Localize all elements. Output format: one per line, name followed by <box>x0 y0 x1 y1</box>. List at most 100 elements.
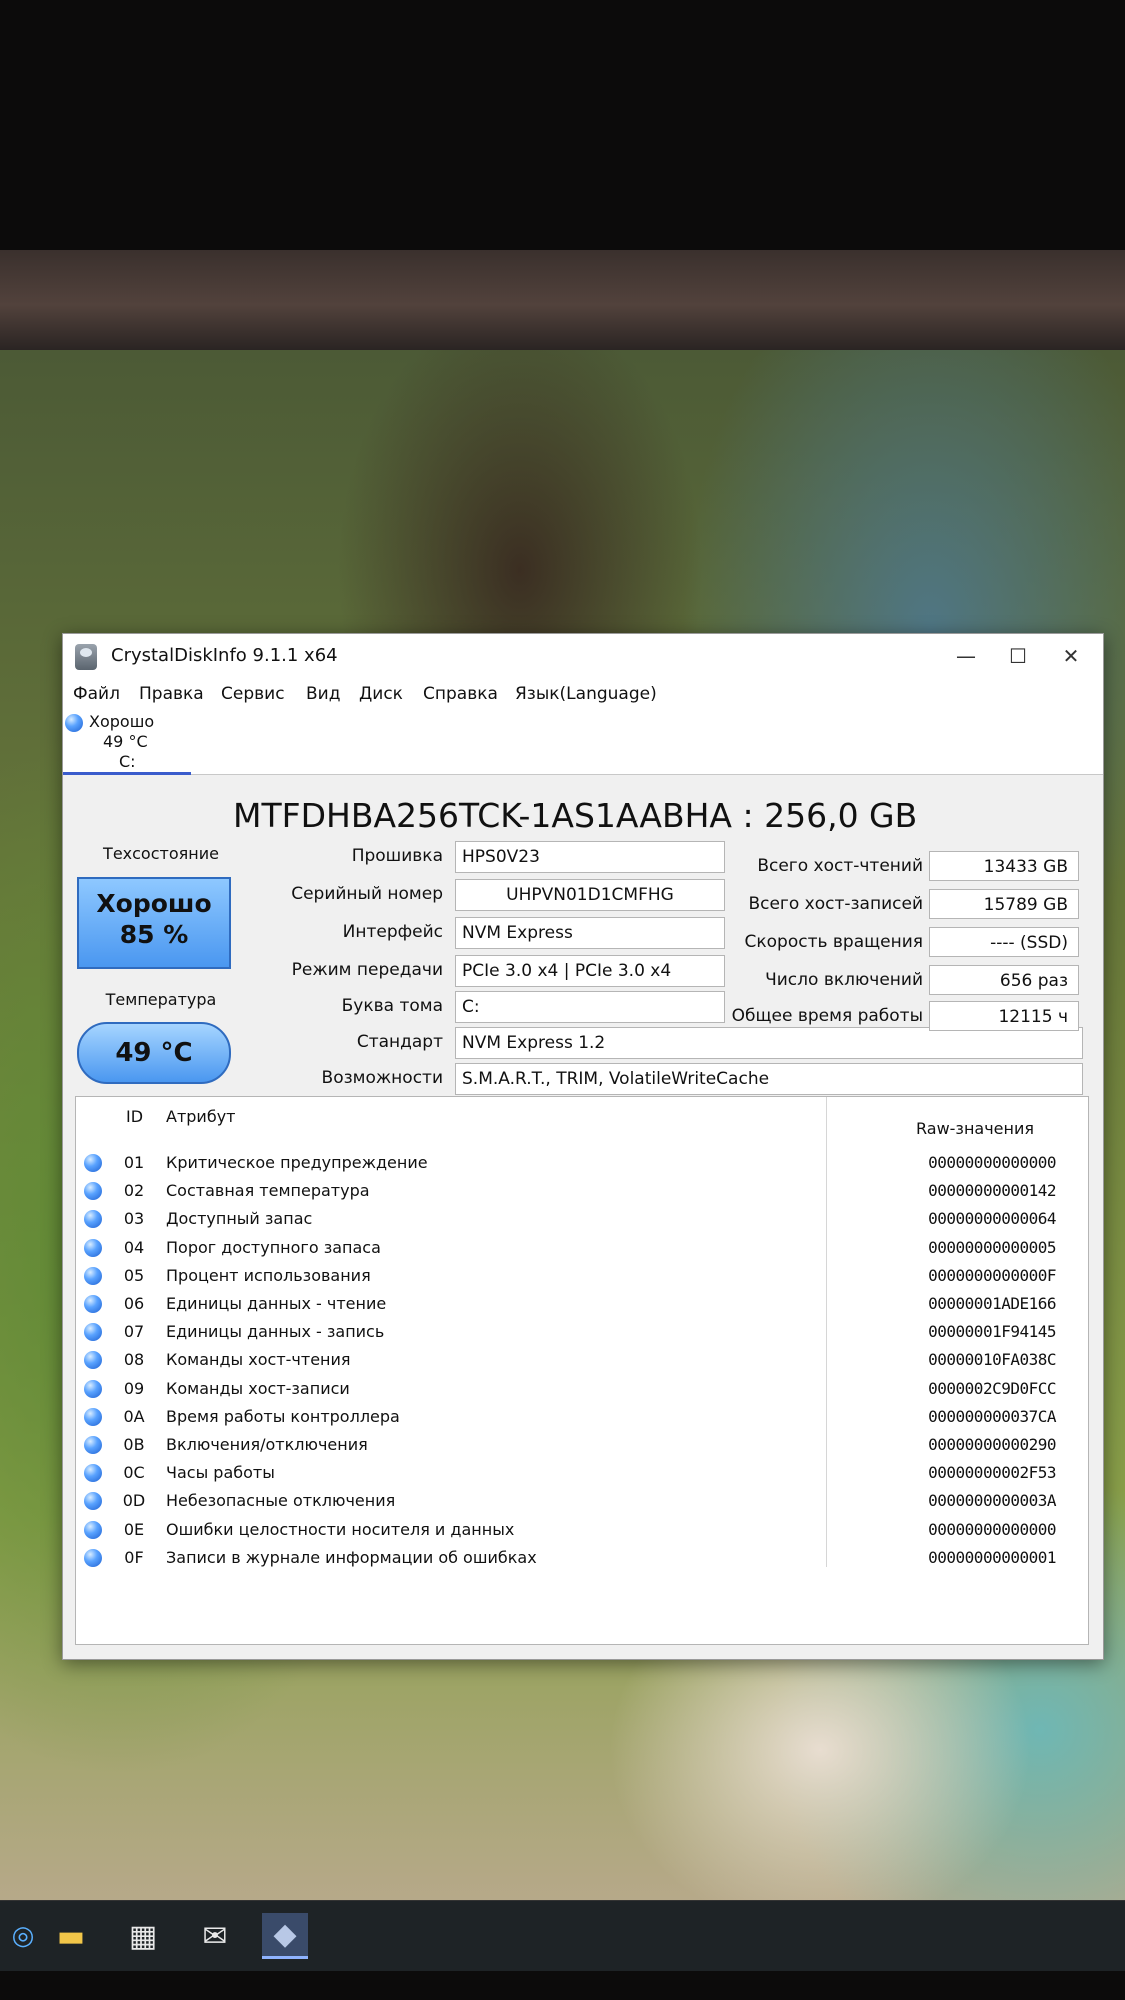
attribute-name: Процент использования <box>166 1265 371 1285</box>
attribute-name: Команды хост-записи <box>166 1378 350 1398</box>
drive-model-title: MTFDHBA256TCK-1AS1AABHA : 256,0 GB <box>233 796 918 835</box>
maximize-button[interactable]: ☐ <box>995 640 1041 672</box>
interface-label: Интерфейс <box>342 922 443 942</box>
attribute-id: 04 <box>123 1237 145 1257</box>
status-good-icon <box>84 1379 102 1398</box>
close-button[interactable]: ✕ <box>1048 640 1094 672</box>
header-id[interactable]: ID <box>126 1107 143 1126</box>
attribute-name: Небезопасные отключения <box>166 1491 396 1511</box>
table-row[interactable]: 0A Время работы контроллера 000000000037CA <box>76 1403 1088 1431</box>
attribute-raw-value: 00000000000000 <box>928 1153 1056 1172</box>
attribute-name: Часы работы <box>166 1463 275 1483</box>
attribute-raw-value: 00000000000064 <box>928 1209 1056 1229</box>
attribute-raw-value: 0000000000000F <box>928 1265 1056 1285</box>
transfer-mode-label: Режим передачи <box>291 960 443 980</box>
attribute-id: 06 <box>123 1294 145 1313</box>
table-row[interactable]: 06 Единицы данных - чтение 00000001ADE166 <box>76 1290 1088 1318</box>
serial-label: Серийный номер <box>291 884 443 904</box>
table-row[interactable]: 07 Единицы данных - запись 00000001F94145 <box>76 1318 1088 1346</box>
host-reads-value: 13433 GB <box>929 851 1079 881</box>
crystaldiskinfo-window: CrystalDiskInfo 9.1.1 x64 — ☐ ✕ Файл Пра… <box>62 633 1104 1660</box>
menu-language[interactable]: Язык(Language) <box>515 684 657 704</box>
table-row[interactable]: 09 Команды хост-записи 0000002C9D0FCC <box>76 1375 1088 1403</box>
standard-label: Стандарт <box>356 1032 443 1052</box>
status-good-icon <box>84 1295 102 1313</box>
power-on-count-value: 656 раз <box>929 965 1079 995</box>
table-row[interactable]: 04 Порог доступного запаса 00000000000005 <box>76 1234 1088 1262</box>
status-good-icon <box>84 1154 102 1172</box>
table-row[interactable]: 0F Записи в журнале информации об ошибках… <box>76 1544 1088 1572</box>
attribute-id: 0D <box>122 1491 146 1511</box>
drive-tab-status: Хорошо <box>89 712 155 731</box>
table-row[interactable]: 01 Критическое предупреждение 000000000000… <box>76 1149 1088 1177</box>
table-header: ID Атрибут Raw-значения <box>76 1097 1088 1145</box>
attribute-name: Единицы данных - чтение <box>166 1294 387 1313</box>
attribute-raw-value: 00000000002F53 <box>928 1463 1056 1483</box>
table-row[interactable]: 0D Небезопасные отключения 0000000000003A <box>76 1487 1088 1515</box>
status-good-icon <box>84 1266 102 1285</box>
host-writes-value: 15789 GB <box>929 889 1079 919</box>
status-good-icon <box>84 1407 102 1426</box>
table-row[interactable]: 08 Команды хост-чтения 00000010FA038C <box>76 1346 1088 1374</box>
attribute-name: Включения/отключения <box>166 1435 368 1454</box>
standard-value: NVM Express 1.2 <box>455 1027 1083 1059</box>
attribute-raw-value: 00000001ADE166 <box>928 1294 1056 1313</box>
attribute-name: Доступный запас <box>166 1209 313 1229</box>
attribute-raw-value: 00000000000001 <box>928 1547 1056 1567</box>
attribute-id: 0B <box>123 1435 145 1454</box>
volume-letter-label: Буква тома <box>341 996 443 1016</box>
attribute-raw-value: 0000002C9D0FCC <box>928 1378 1056 1398</box>
table-row[interactable]: 05 Процент использования 0000000000000F <box>76 1262 1088 1290</box>
store-icon[interactable]: ▦ <box>120 1913 166 1959</box>
menu-edit[interactable]: Правка <box>139 684 204 704</box>
drive-tabs: Хорошо 49 °C C: <box>63 710 1103 775</box>
table-row[interactable]: 02 Составная температура 00000000000142 <box>76 1177 1088 1205</box>
temperature-button[interactable]: 49 °C <box>77 1022 231 1084</box>
rotation-speed-value: ---- (SSD) <box>929 927 1079 957</box>
attribute-name: Записи в журнале информации об ошибках <box>166 1547 537 1567</box>
attribute-raw-value: 00000000000142 <box>928 1181 1056 1201</box>
header-raw-values[interactable]: Raw-значения <box>916 1119 1034 1138</box>
menu-disk[interactable]: Диск <box>359 684 403 704</box>
smart-attribute-table[interactable]: ID Атрибут Raw-значения 01 Критическое пр… <box>75 1096 1089 1645</box>
title-bar[interactable]: CrystalDiskInfo 9.1.1 x64 — ☐ ✕ <box>63 634 1103 680</box>
menu-help[interactable]: Справка <box>423 684 498 704</box>
attribute-name: Команды хост-чтения <box>166 1350 351 1370</box>
attribute-name: Время работы контроллера <box>166 1406 400 1426</box>
crystaldiskinfo-taskbar-icon[interactable]: ◆ <box>262 1913 308 1959</box>
drive-tab-temp: 49 °C <box>103 732 148 751</box>
table-row[interactable]: 0E Ошибки целостности носителя и данных 00… <box>76 1516 1088 1544</box>
table-row[interactable]: 0C Часы работы 00000000002F53 <box>76 1459 1088 1487</box>
menu-file[interactable]: Файл <box>73 684 120 704</box>
attribute-raw-value: 00000010FA038C <box>928 1350 1056 1370</box>
attribute-id: 02 <box>123 1181 145 1201</box>
attribute-id: 0C <box>123 1463 145 1483</box>
attribute-raw-value: 0000000000003A <box>928 1491 1056 1511</box>
minimize-button[interactable]: — <box>943 640 989 672</box>
attribute-id: 0F <box>124 1547 144 1567</box>
status-good-icon <box>84 1210 102 1229</box>
table-row[interactable]: 0B Включения/отключения 00000000000290 <box>76 1431 1088 1459</box>
window-title: CrystalDiskInfo 9.1.1 x64 <box>111 645 338 666</box>
menu-view[interactable]: Вид <box>306 684 340 704</box>
header-attribute[interactable]: Атрибут <box>166 1107 235 1126</box>
status-good-icon <box>84 1492 102 1511</box>
attribute-id: 0E <box>123 1519 145 1539</box>
menu-service[interactable]: Сервис <box>221 684 285 704</box>
health-label: Техсостояние <box>103 844 219 863</box>
table-row[interactable]: 03 Доступный запас 00000000000064 <box>76 1205 1088 1233</box>
attribute-raw-value: 000000000037CA <box>928 1406 1056 1426</box>
start-icon[interactable]: ◎ <box>0 1913 46 1959</box>
mail-icon[interactable]: ✉ <box>192 1913 238 1959</box>
status-good-icon <box>65 714 83 732</box>
app-icon <box>75 644 97 670</box>
status-good-icon <box>84 1323 102 1342</box>
power-on-hours-value: 12115 ч <box>929 1001 1079 1031</box>
file-explorer-icon[interactable]: ▬ <box>48 1913 94 1959</box>
drive-tab-c[interactable]: Хорошо 49 °C C: <box>63 710 191 775</box>
health-status-button[interactable]: Хорошо 85 % <box>77 877 231 969</box>
firmware-label: Прошивка <box>351 846 443 866</box>
power-on-count-label: Число включений <box>765 970 923 990</box>
attribute-id: 01 <box>123 1153 145 1172</box>
host-reads-label: Всего хост-чтений <box>757 856 923 876</box>
